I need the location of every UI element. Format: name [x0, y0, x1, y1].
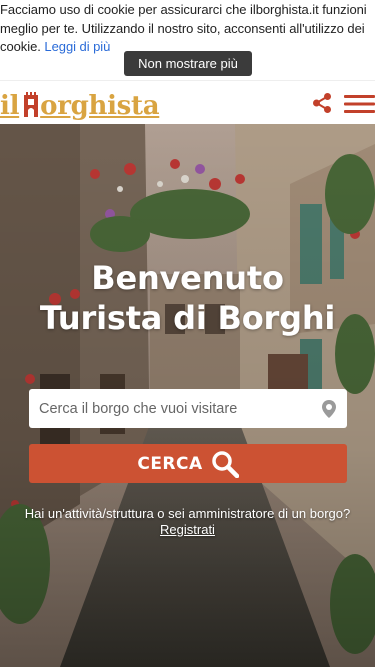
hero-title-line1: Benvenuto: [91, 259, 284, 297]
share-button[interactable]: [311, 92, 333, 114]
cookie-message: Facciamo uso di cookie per assicurarci c…: [0, 1, 372, 57]
cookie-policy-link[interactable]: Leggi di più: [44, 39, 110, 54]
hero-section: Benvenuto Turista di Borghi CERCA Hai un…: [0, 124, 375, 667]
village-search-input[interactable]: [39, 389, 321, 428]
cookie-dismiss-button[interactable]: Non mostrare più: [124, 51, 252, 76]
location-pin-icon[interactable]: [322, 400, 336, 418]
hero-title: Benvenuto Turista di Borghi: [0, 258, 375, 338]
search-button[interactable]: CERCA: [29, 444, 347, 483]
site-logo[interactable]: il orghista: [0, 88, 160, 121]
business-prompt: Hai un'attività/struttura o sei amminist…: [24, 506, 351, 521]
register-link[interactable]: Registrati: [0, 522, 375, 538]
hamburger-menu-icon: [344, 95, 375, 113]
logo-suffix: orghista: [40, 91, 160, 121]
cookie-banner: Facciamo uso di cookie per assicurarci c…: [0, 0, 375, 80]
search-button-label: CERCA: [137, 453, 203, 474]
tower-icon: [23, 88, 39, 117]
search-box: [29, 389, 347, 428]
menu-button[interactable]: [344, 94, 375, 114]
site-header: il orghista: [0, 80, 375, 124]
share-icon: [313, 93, 331, 113]
hero-title-line2: Turista di Borghi: [39, 299, 336, 337]
logo-prefix: il: [0, 91, 20, 121]
search-icon: [211, 450, 239, 478]
